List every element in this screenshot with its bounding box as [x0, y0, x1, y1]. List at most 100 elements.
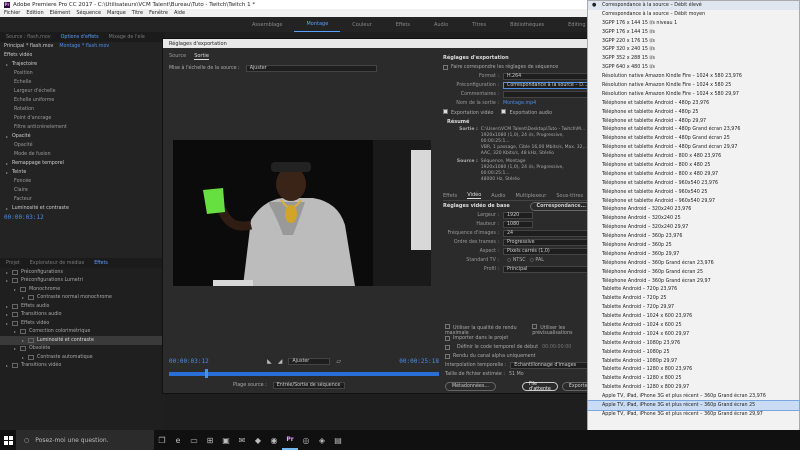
preset-option[interactable]: Téléphone Android – 320x240 25 [588, 214, 799, 223]
crop-icon[interactable]: ▱ [336, 358, 341, 365]
preset-option[interactable]: Téléphone Android – 360p Grand écran 23,… [588, 259, 799, 268]
preset-option[interactable]: 3GPP 640 x 480 15 i/s [588, 63, 799, 72]
menu-item-0[interactable]: Fichier [4, 10, 20, 16]
video-tab-3[interactable]: Multiplexeur [515, 193, 546, 199]
video-tab-2[interactable]: Audio [491, 193, 505, 199]
menu-item-4[interactable]: Marque [107, 10, 126, 16]
preset-option[interactable]: Téléphone et tablette Android – 480p 29,… [588, 117, 799, 126]
preset-option[interactable]: Téléphone Android – 360p Grand écran 25 [588, 268, 799, 277]
effect-row[interactable]: Foncée [0, 177, 165, 186]
preset-option[interactable]: Téléphone et tablette Android – 960x540 … [588, 179, 799, 188]
preset-option[interactable]: Téléphone et tablette Android – 480p 23,… [588, 99, 799, 108]
preset-option[interactable]: Résolution native Amazon Kindle Fire – 1… [588, 81, 799, 90]
start-timecode-checkbox[interactable] [445, 345, 450, 350]
chrome-icon[interactable]: ◎ [298, 430, 314, 450]
effect-row[interactable]: Claire [0, 186, 165, 195]
preset-option[interactable]: Correspondance à la source – Débit moyen [588, 10, 799, 19]
preset-option[interactable]: Tablette Android – 1080p 25 [588, 348, 799, 357]
preset-option[interactable]: Téléphone Android – 360p 23,976 [588, 232, 799, 241]
effect-row[interactable]: Opacité [0, 141, 165, 150]
video-tab-4[interactable]: Sous-titres [556, 193, 583, 199]
preset-option[interactable]: Téléphone Android – 360p 25 [588, 241, 799, 250]
fps-select[interactable]: 24 [503, 230, 593, 237]
app-icon-3[interactable]: ◆ [250, 430, 266, 450]
store-icon[interactable]: ⊞ [202, 430, 218, 450]
match-sequence-checkbox[interactable] [443, 65, 448, 70]
workspace-tab-3[interactable]: Effets [384, 17, 422, 32]
preset-option[interactable]: Téléphone et tablette Android – 960x540 … [588, 188, 799, 197]
left-panel-tab-2[interactable]: Mixage de l'ele [109, 35, 145, 40]
preset-option[interactable]: Téléphone et tablette Android – 480p Gra… [588, 134, 799, 143]
source-scaling-select[interactable]: Ajuster [245, 64, 377, 72]
file-explorer-icon[interactable]: ▭ [186, 430, 202, 450]
preset-option[interactable]: Apple TV, iPad, iPhone 3G et plus récent… [588, 410, 799, 419]
field-order-select[interactable]: Progressive [503, 239, 593, 246]
preset-option[interactable]: Téléphone Android – 320x240 23,976 [588, 205, 799, 214]
tree-item[interactable]: ▸ Correction colorimétrique [0, 328, 165, 337]
video-tab-1[interactable]: Vidéo [467, 192, 482, 199]
export-video-checkbox[interactable] [443, 109, 448, 114]
effect-row[interactable]: Position [0, 69, 165, 78]
ntsc-radio[interactable]: ○ NTSC [507, 258, 526, 263]
menu-item-7[interactable]: Aide [174, 10, 185, 16]
preset-option[interactable]: Résolution native Amazon Kindle Fire – 1… [588, 90, 799, 99]
menu-item-3[interactable]: Séquence [76, 10, 101, 16]
preset-option[interactable]: Téléphone Android – 360p 29,97 [588, 250, 799, 259]
preset-option[interactable]: 3GPP 320 x 240 15 i/s [588, 45, 799, 54]
preset-option[interactable]: Téléphone et tablette Android – 800 x 48… [588, 161, 799, 170]
preset-option[interactable]: ● Correspondance à la source – Débit élev… [588, 1, 799, 10]
effect-row[interactable]: Rotation [0, 105, 165, 114]
preset-option[interactable]: Tablette Android – 1024 x 600 29,97 [588, 330, 799, 339]
preset-option[interactable]: Téléphone et tablette Android – 480p 25 [588, 108, 799, 117]
preset-option[interactable]: 3GPP 176 x 144 15 i/s [588, 28, 799, 37]
preset-option[interactable]: Tablette Android – 720p 25 [588, 294, 799, 303]
effects-panel-tab-0[interactable]: Projet [6, 261, 20, 266]
output-name-link[interactable]: Montage.mp4 [503, 101, 536, 106]
left-panel-tab-0[interactable]: Source : flash.mov [6, 35, 51, 40]
effect-row[interactable]: ▸ Teinte [0, 168, 165, 177]
task-view-icon[interactable]: ❐ [154, 430, 170, 450]
effect-row[interactable]: Point d'ancrage [0, 114, 165, 123]
preset-option[interactable]: Téléphone et tablette Android – 800 x 48… [588, 152, 799, 161]
height-input[interactable]: 1080 [503, 221, 533, 228]
preset-option[interactable]: Résolution native Amazon Kindle Fire – 1… [588, 72, 799, 81]
tree-item[interactable]: ▸ Effets vidéo [0, 319, 165, 328]
source-range-select[interactable]: Entrée/Sortie de séquence [272, 381, 345, 389]
clip-label[interactable]: Principal * flash.mov [4, 44, 53, 49]
app-icon-1[interactable]: ▣ [218, 430, 234, 450]
menu-item-1[interactable]: Edition [26, 10, 43, 16]
preset-option[interactable]: Apple TV, iPad, iPhone 3G et plus récent… [588, 392, 799, 401]
comments-input[interactable] [503, 91, 593, 98]
width-input[interactable]: 1920 [503, 212, 533, 219]
preset-option[interactable]: Apple TV, iPad, iPhone 3G et plus récent… [587, 400, 800, 411]
preset-option[interactable]: 3GPP 220 x 176 15 i/s [588, 37, 799, 46]
preset-option[interactable]: Tablette Android – 1280 x 800 25 [588, 374, 799, 383]
workspace-tab-6[interactable]: Bibliothèques [498, 17, 556, 32]
preset-option[interactable]: Tablette Android – 720p 29,97 [588, 303, 799, 312]
left-panel-tab-1[interactable]: Options d'effets [61, 35, 99, 40]
effect-row[interactable]: Mode de fusion [0, 150, 165, 159]
dialog-tab-1[interactable]: Sortie [194, 53, 209, 60]
effect-timecode[interactable]: 00:00:03:12 [4, 214, 44, 221]
dialog-tab-0[interactable]: Source [169, 53, 186, 60]
tree-item[interactable]: ▸ Transitions audio [0, 311, 165, 320]
effect-row[interactable]: Facteur [0, 195, 165, 204]
effect-row[interactable]: Filtre anticrénelement [0, 123, 165, 132]
tree-item[interactable]: ▸ Luminosité et contraste [0, 336, 165, 345]
tree-item[interactable]: ▸ Préconfigurations Lumetri [0, 277, 165, 286]
preset-option[interactable]: Tablette Android – 1080p 29,97 [588, 357, 799, 366]
effect-row[interactable]: Echelle uniforme [0, 96, 165, 105]
timecode-out[interactable]: 00:00:25:18 [399, 358, 439, 365]
tree-item[interactable]: ▸ Préconfigurations [0, 268, 165, 277]
start-timecode-value[interactable]: 00:00:00:00 [542, 345, 571, 350]
effect-row[interactable]: Echelle [0, 78, 165, 87]
pal-radio[interactable]: ○ PAL [530, 258, 544, 263]
preset-option[interactable]: Tablette Android – 1024 x 600 25 [588, 321, 799, 330]
tree-item[interactable]: ▸ Effets audio [0, 302, 165, 311]
video-tab-0[interactable]: Effets [443, 193, 457, 199]
workspace-tab-5[interactable]: Titres [460, 17, 498, 32]
preset-option[interactable]: Téléphone et tablette Android – 480p Gra… [588, 143, 799, 152]
app-icon-4[interactable]: ◉ [266, 430, 282, 450]
effect-row[interactable]: Largeur d'échelle [0, 87, 165, 96]
effect-row[interactable]: ▸ Luminosité et contraste [0, 204, 165, 213]
